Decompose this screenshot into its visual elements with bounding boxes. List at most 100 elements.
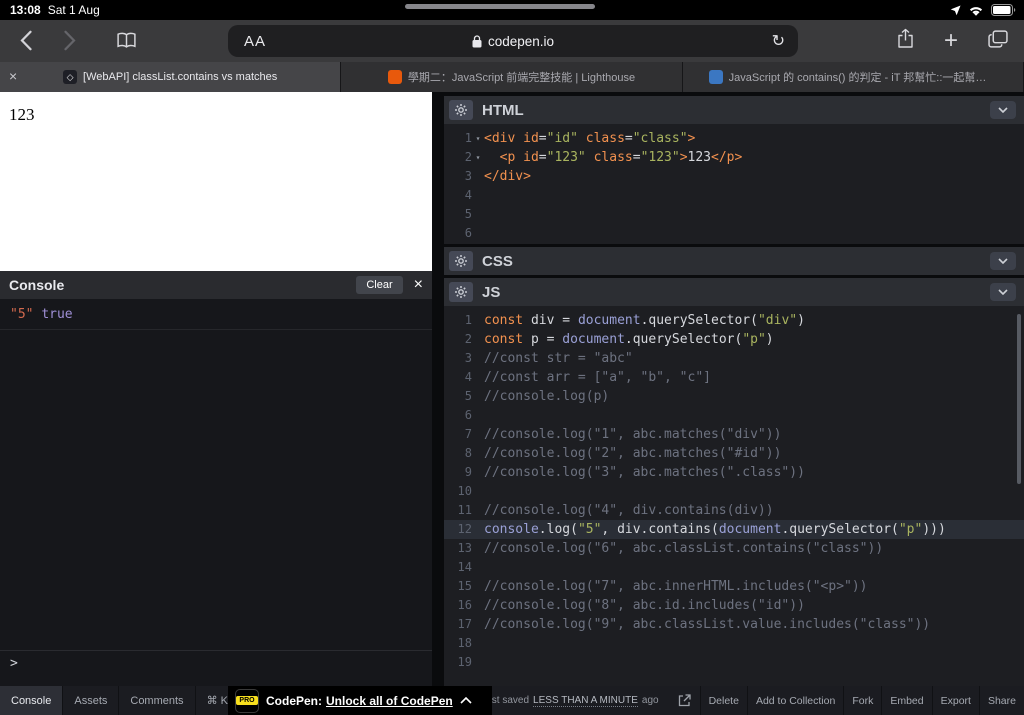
clear-console-button[interactable]: Clear xyxy=(356,276,403,294)
reload-button[interactable]: ↻ xyxy=(772,31,785,51)
code-line[interactable]: 5 xyxy=(444,205,1024,224)
back-chevron-icon xyxy=(20,30,32,51)
tab-3[interactable]: JavaScript 的 contains() 的判定 - iT 邦幫忙::一起… xyxy=(682,62,1024,92)
banner-link[interactable]: Unlock all of CodePen xyxy=(326,694,453,708)
pane-resizer[interactable] xyxy=(432,92,444,686)
css-collapse-button[interactable] xyxy=(990,252,1016,270)
code-line[interactable]: 18 xyxy=(444,634,1024,653)
line-number: 6 xyxy=(464,408,472,422)
console-log-string: "5" xyxy=(10,307,34,322)
code-line[interactable]: 4 xyxy=(444,186,1024,205)
code-text: //console.log("1", abc.matches("div")) xyxy=(484,427,782,442)
line-number: 2 xyxy=(464,332,472,346)
code-line[interactable]: 11 //console.log("4", div.contains(div)) xyxy=(444,501,1024,520)
code-line[interactable]: 1 ▾ <div id="id" class="class"> xyxy=(444,129,1024,148)
console-log-value: true xyxy=(41,307,73,322)
new-tab-button[interactable]: + xyxy=(944,29,958,53)
status-date: Sat 1 Aug xyxy=(47,3,100,17)
code-line[interactable]: 8 //console.log("2", abc.matches("#id")) xyxy=(444,444,1024,463)
codepen-pro-logo: PRO xyxy=(235,688,259,713)
fold-arrow-icon[interactable]: ▾ xyxy=(472,148,484,167)
line-number: 16 xyxy=(457,598,472,612)
code-line[interactable]: 10 xyxy=(444,482,1024,501)
forward-button[interactable] xyxy=(64,30,76,51)
preview-text: 123 xyxy=(9,105,35,124)
line-number: 12 xyxy=(457,522,472,536)
footer-share-button[interactable]: Share xyxy=(978,686,1024,715)
code-line[interactable]: 1 const div = document.querySelector("div… xyxy=(444,311,1024,330)
bookmarks-button[interactable] xyxy=(116,32,137,49)
code-text: //console.log("9", abc.classList.value.i… xyxy=(484,617,931,632)
footer-export-button[interactable]: Export xyxy=(931,686,979,715)
html-settings-button[interactable] xyxy=(449,100,473,120)
code-line[interactable]: 2 ▾ <p id="123" class="123">123</p> xyxy=(444,148,1024,167)
address-bar[interactable]: AA codepen.io ↻ xyxy=(228,25,798,57)
code-line[interactable]: 12 console.log("5", div.contains(document… xyxy=(444,520,1024,539)
pro-banner[interactable]: PRO CodePen: Unlock all of CodePen xyxy=(228,686,492,715)
console-title: Console xyxy=(9,277,65,293)
code-line[interactable]: 7 //console.log("1", abc.matches("div")) xyxy=(444,425,1024,444)
banner-collapse-icon[interactable] xyxy=(460,697,472,704)
tab-title: 學期二：JavaScript 前端完整技能 | Lighthouse xyxy=(407,72,636,84)
js-code-area[interactable]: 1 const div = document.querySelector("div… xyxy=(444,306,1024,686)
footer-embed-button[interactable]: Embed xyxy=(881,686,931,715)
ipad-screen: 13:08 Sat 1 Aug AA codepen.io ↻ + × ◇ [W… xyxy=(0,0,1024,715)
code-line[interactable]: 4 //const arr = ["a", "b", "c"] xyxy=(444,368,1024,387)
code-line[interactable]: 14 xyxy=(444,558,1024,577)
code-line[interactable]: 19 xyxy=(444,653,1024,672)
console-command-input[interactable]: > xyxy=(0,650,432,686)
code-text: //console.log("2", abc.matches("#id")) xyxy=(484,446,782,461)
external-link-icon xyxy=(678,694,691,707)
css-settings-button[interactable] xyxy=(449,251,473,271)
code-line[interactable]: 3 </div> xyxy=(444,167,1024,186)
close-tab-icon[interactable]: × xyxy=(9,69,17,83)
code-line[interactable]: 9 //console.log("3", abc.matches(".class"… xyxy=(444,463,1024,482)
code-line[interactable]: 17 //console.log("9", abc.classList.value… xyxy=(444,615,1024,634)
code-line[interactable]: 3 //const str = "abc" xyxy=(444,349,1024,368)
code-line[interactable]: 2 const p = document.querySelector("p") xyxy=(444,330,1024,349)
footer-add-to-collection-button[interactable]: Add to Collection xyxy=(746,686,843,715)
code-line[interactable]: 13 //console.log("6", abc.classList.conta… xyxy=(444,539,1024,558)
js-settings-button[interactable] xyxy=(449,282,473,302)
code-text: //const arr = ["a", "b", "c"] xyxy=(484,370,711,385)
line-number: 15 xyxy=(457,579,472,593)
code-line[interactable]: 5 //console.log(p) xyxy=(444,387,1024,406)
footer-delete-button[interactable]: Delete xyxy=(699,686,747,715)
html-code-area[interactable]: 1 ▾ <div id="id" class="class"> 2 ▾ <p id="1… xyxy=(444,124,1024,244)
code-line[interactable]: 16 //console.log("8", abc.id.includes("id… xyxy=(444,596,1024,615)
code-line[interactable]: 6 xyxy=(444,224,1024,243)
wifi-icon xyxy=(969,6,983,16)
code-text: const div = document.querySelector("div"… xyxy=(484,313,805,328)
chevron-down-icon xyxy=(998,258,1008,264)
code-line[interactable]: 6 xyxy=(444,406,1024,425)
footer-comments-button[interactable]: Comments xyxy=(119,686,196,715)
tab-2[interactable]: 學期二：JavaScript 前端完整技能 | Lighthouse xyxy=(341,62,683,92)
js-scrollbar[interactable] xyxy=(1017,314,1021,484)
fold-arrow-icon[interactable]: ▾ xyxy=(472,129,484,148)
tab-1[interactable]: × ◇ [WebAPI] classList.contains vs match… xyxy=(0,62,342,92)
code-text: //console.log("8", abc.id.includes("id")… xyxy=(484,598,805,613)
footer-assets-button[interactable]: Assets xyxy=(63,686,120,715)
code-line[interactable]: 15 //console.log("7", abc.innerHTML.inclu… xyxy=(444,577,1024,596)
line-number: 19 xyxy=(457,655,472,669)
open-live-view-button[interactable] xyxy=(669,686,700,715)
close-console-button[interactable]: × xyxy=(414,277,423,293)
line-number: 5 xyxy=(464,207,472,221)
tabs-button[interactable] xyxy=(988,29,1008,53)
line-number: 4 xyxy=(464,188,472,202)
footer-fork-button[interactable]: Fork xyxy=(843,686,881,715)
html-collapse-button[interactable] xyxy=(990,101,1016,119)
js-collapse-button[interactable] xyxy=(990,283,1016,301)
line-number: 7 xyxy=(464,427,472,441)
back-button[interactable] xyxy=(20,30,32,51)
footer-console-button[interactable]: Console xyxy=(0,686,64,715)
share-button[interactable] xyxy=(897,28,914,54)
reader-button[interactable]: AA xyxy=(244,33,266,50)
console-panel: Console Clear × "5" true > xyxy=(0,271,432,686)
